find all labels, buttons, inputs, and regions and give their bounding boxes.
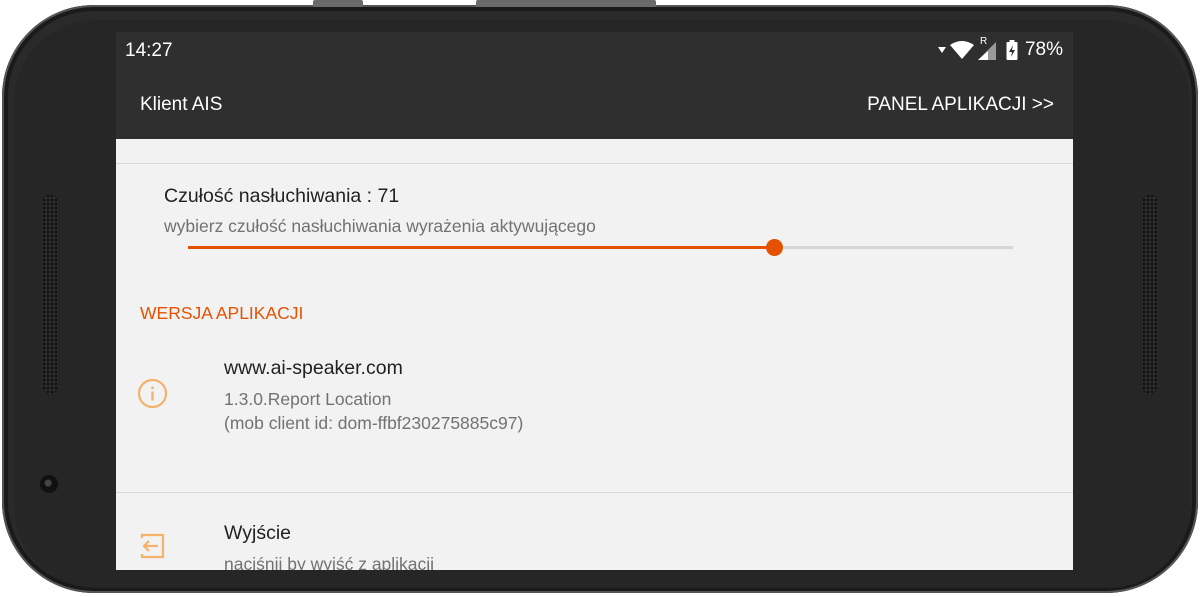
front-camera xyxy=(40,475,58,493)
version-preference[interactable]: www.ai-speaker.com 1.3.0.Report Location… xyxy=(116,339,1073,491)
panel-aplikacji-button[interactable]: PANEL APLIKACJI >> xyxy=(867,94,1054,116)
sensitivity-title: Czułość nasłuchiwania : 71 xyxy=(164,185,400,207)
version-title: www.ai-speaker.com xyxy=(224,357,403,379)
signal-arrow-icon xyxy=(937,47,946,53)
section-header-version: WERSJA APLIKACJI xyxy=(140,303,304,323)
roaming-signal-icon: R xyxy=(977,36,998,60)
info-icon xyxy=(137,378,168,409)
preferences-list: Czułość nasłuchiwania : 71 wybierz czuło… xyxy=(116,139,1073,570)
exit-title: Wyjście xyxy=(224,522,291,544)
mob-client-id: (mob client id: dom-ffbf230275885c97) xyxy=(224,413,524,433)
roaming-letter: R xyxy=(979,36,988,47)
phone-power-button xyxy=(313,0,363,7)
exit-summary: naciśnij by wyjść z aplikacji xyxy=(224,554,435,570)
phone-speaker-right xyxy=(1142,194,1158,394)
exit-preference[interactable]: Wyjście naciśnij by wyjść z aplikacji xyxy=(116,493,1073,570)
battery-percent: 78% xyxy=(1024,39,1063,60)
wifi-icon xyxy=(949,41,974,59)
version-number: 1.3.0.Report Location xyxy=(224,389,392,409)
status-bar: 14:27 R 78% xyxy=(116,32,1073,69)
slider-fill xyxy=(188,246,774,249)
status-time: 14:27 xyxy=(125,40,173,61)
sensitivity-summary: wybierz czułość nasłuchiwania wyrażenia … xyxy=(164,216,596,236)
sensitivity-slider[interactable] xyxy=(188,239,1013,256)
app-title: Klient AIS xyxy=(140,94,223,115)
slider-thumb[interactable] xyxy=(765,239,783,256)
sensitivity-preference[interactable]: Czułość nasłuchiwania : 71 wybierz czuło… xyxy=(116,164,1073,274)
app-toolbar: Klient AIS PANEL APLIKACJI >> xyxy=(116,69,1073,139)
phone-volume-button xyxy=(476,0,656,7)
screen: 14:27 R 78% Klient AIS PANEL APLIKACJI >… xyxy=(116,32,1073,570)
status-icons: R 78% xyxy=(937,36,1063,61)
exit-icon xyxy=(140,533,165,559)
battery-charging-icon xyxy=(1006,40,1018,60)
phone-speaker-left xyxy=(42,194,58,394)
